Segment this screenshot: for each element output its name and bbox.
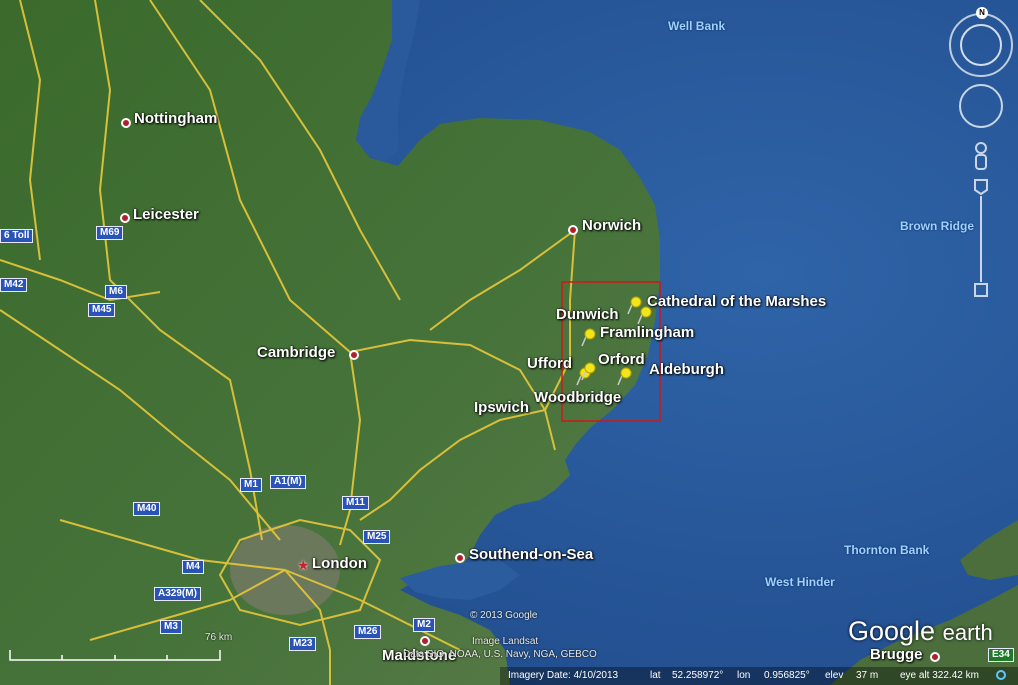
scale-label: 76 km (205, 632, 233, 643)
streaming-indicator-icon (996, 670, 1006, 680)
zoom-slider[interactable] (972, 178, 990, 298)
city-dot-leicester (120, 213, 130, 223)
lon-label: lon (737, 670, 751, 681)
road-shield-m1: M1 (240, 478, 262, 492)
city-label-nottingham[interactable]: Nottingham (134, 110, 217, 127)
imagery-date: Imagery Date: 4/10/2013 (508, 670, 619, 681)
google-earth-logo: Google earth (848, 616, 993, 646)
data-credit: Data SIO, NOAA, U.S. Navy, NGA, GEBCO (403, 649, 597, 660)
placemark-label-orford[interactable]: Orford (598, 351, 645, 368)
placemark-label-cathedral[interactable]: Cathedral of the Marshes (647, 293, 826, 310)
city-label-cambridge[interactable]: Cambridge (257, 344, 335, 361)
look-control[interactable] (950, 14, 1012, 76)
city-label-leicester[interactable]: Leicester (133, 206, 199, 223)
elev-label: elev (825, 670, 844, 681)
move-control[interactable] (960, 85, 1002, 127)
street-view-pegman-icon[interactable] (972, 140, 990, 172)
city-dot-brugge (930, 652, 940, 662)
road-shield-m42: M42 (0, 278, 28, 292)
city-dot-nottingham (121, 118, 131, 128)
sea-label-west-hinder: West Hinder (765, 575, 835, 589)
road-shield-m45: M45 (88, 303, 116, 317)
placemark-label-aldeburgh[interactable]: Aldeburgh (649, 361, 724, 378)
landsat-credit: Image Landsat (472, 636, 539, 647)
road-shield-m3: M3 (160, 620, 182, 634)
road-shield-m40: M40 (133, 502, 161, 516)
road-shield-m11: M11 (342, 496, 369, 510)
city-label-brugge[interactable]: Brugge (870, 646, 923, 663)
city-label-ipswich[interactable]: Ipswich (474, 399, 529, 416)
sea-label-thornton-bank: Thornton Bank (844, 543, 930, 557)
road-shield-m6toll: 6 Toll (0, 229, 34, 243)
road-shield-m23: M23 (289, 637, 317, 651)
satellite-map[interactable] (0, 0, 1018, 685)
city-label-norwich[interactable]: Norwich (582, 217, 641, 234)
sea-label-well-bank: Well Bank (668, 19, 726, 33)
city-label-southend[interactable]: Southend-on-Sea (469, 546, 593, 563)
lon-value: 0.956825° (764, 670, 810, 681)
road-shield-m6: M6 (105, 285, 127, 299)
placemark-label-dunwich[interactable]: Dunwich (556, 306, 619, 323)
city-dot-norwich (568, 225, 578, 235)
road-shield-m69: M69 (96, 226, 124, 240)
lat-value: 52.258972° (672, 670, 724, 681)
road-shield-a1m: A1(M) (270, 475, 306, 489)
road-shield-a329m: A329(M) (154, 587, 201, 601)
city-dot-southend (455, 553, 465, 563)
road-shield-m4: M4 (182, 560, 204, 574)
placemark-label-woodbridge[interactable]: Woodbridge (534, 389, 621, 406)
city-label-london[interactable]: London (312, 555, 367, 572)
copyright-text: © 2013 Google (470, 610, 538, 621)
capital-star-icon: ★ (297, 557, 310, 573)
sea-label-brown-ridge: Brown Ridge (900, 219, 974, 233)
road-shield-m2: M2 (413, 618, 435, 632)
city-dot-cambridge (349, 350, 359, 360)
road-shield-e34: E34 (988, 648, 1014, 662)
city-dot-maidstone (420, 636, 430, 646)
road-shield-m26: M26 (354, 625, 382, 639)
road-shield-m25: M25 (363, 530, 391, 544)
eye-alt: eye alt 322.42 km (900, 670, 979, 681)
status-bar: Imagery Date: 4/10/2013 lat 52.258972° l… (500, 667, 1018, 685)
elev-value: 37 m (856, 670, 879, 681)
lat-label: lat (650, 670, 661, 681)
placemark-label-ufford[interactable]: Ufford (527, 355, 572, 372)
placemark-label-framlingham[interactable]: Framlingham (600, 324, 694, 341)
